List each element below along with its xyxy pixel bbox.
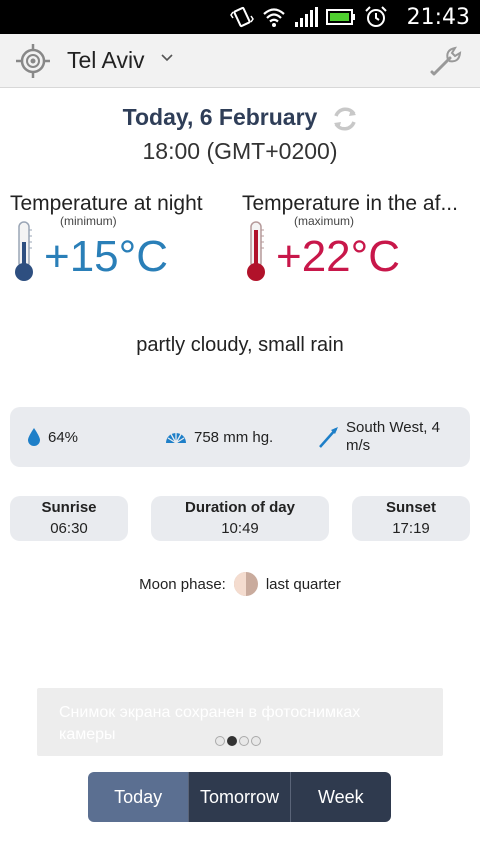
signal-icon	[295, 7, 318, 27]
tab-week[interactable]: Week	[289, 772, 391, 822]
battery-icon	[326, 9, 355, 25]
wrench-settings-icon[interactable]	[428, 44, 466, 78]
night-temperature-subtitle: (minimum)	[60, 214, 117, 228]
day-duration-value: 10:49	[221, 520, 259, 537]
wifi-icon	[263, 8, 285, 27]
status-time: 21:43	[406, 5, 470, 30]
sunset-value: 17:19	[392, 520, 430, 537]
night-temperature: Temperature at night (minimum) +15°C	[10, 192, 203, 281]
page-dot[interactable]	[239, 736, 249, 746]
city-selector[interactable]: Tel Aviv	[67, 47, 145, 74]
night-temperature-title: Temperature at night	[10, 192, 203, 215]
sunrise-label: Sunrise	[41, 499, 97, 516]
humidity-value: 64%	[48, 428, 79, 446]
day-temperature-title: Temperature in the af...	[242, 192, 458, 215]
thermometer-cold-icon	[15, 221, 33, 281]
vibrate-icon	[230, 6, 254, 28]
wind: South West, 4 m/s	[318, 407, 463, 467]
moon-phase-value: last quarter	[265, 575, 341, 593]
weather-details-panel: 64% 758 mm hg. South West, 4 m/s	[10, 407, 470, 467]
date-heading: Today, 6 February	[122, 104, 318, 130]
sunrise-value: 06:30	[50, 520, 88, 537]
moon-phase-icon	[233, 572, 258, 596]
moon-phase-label: Moon phase:	[139, 575, 226, 593]
day-temperature: Temperature in the af... (maximum) +22°C	[242, 192, 458, 281]
page-indicator	[215, 736, 261, 746]
pressure-value: 758 mm hg.	[194, 428, 274, 446]
day-temperature-subtitle: (maximum)	[294, 214, 354, 228]
thermometer-hot-icon	[247, 221, 265, 281]
refresh-icon[interactable]	[330, 104, 360, 134]
tab-tomorrow[interactable]: Tomorrow	[188, 772, 290, 822]
wind-value: South West, 4 m/s	[346, 419, 440, 454]
app-header: Tel Aviv	[0, 34, 480, 88]
wind-direction-arrow-icon	[319, 427, 338, 448]
sunrise-pill: Sunrise 06:30	[10, 496, 128, 541]
chevron-down-icon[interactable]	[160, 51, 174, 65]
status-icons	[230, 6, 388, 28]
alarm-icon	[365, 6, 387, 27]
sunset-label: Sunset	[385, 499, 436, 516]
day-duration-label: Duration of day	[184, 499, 295, 516]
day-temperature-value: +22°C	[276, 232, 401, 281]
sunset-pill: Sunset 17:19	[352, 496, 470, 541]
location-target-icon[interactable]	[16, 44, 50, 78]
weather-condition: partly cloudy, small rain	[136, 334, 344, 356]
pressure-gauge-icon	[166, 432, 186, 444]
night-temperature-value: +15°C	[44, 232, 169, 281]
moon-phase: Moon phase: last quarter	[0, 571, 480, 597]
page-dot[interactable]	[251, 736, 261, 746]
status-bar: 21:43	[0, 0, 480, 34]
forecast-time: 18:00 (GMT+0200)	[142, 138, 338, 164]
humidity: 64%	[26, 407, 78, 467]
pressure: 758 mm hg.	[164, 407, 273, 467]
forecast-tabs: Today Tomorrow Week	[88, 772, 391, 822]
tab-today[interactable]: Today	[88, 772, 189, 822]
day-duration-pill: Duration of day 10:49	[151, 496, 329, 541]
page-dot[interactable]	[215, 736, 225, 746]
humidity-drop-icon	[28, 428, 40, 446]
page-dot-active[interactable]	[227, 736, 237, 746]
